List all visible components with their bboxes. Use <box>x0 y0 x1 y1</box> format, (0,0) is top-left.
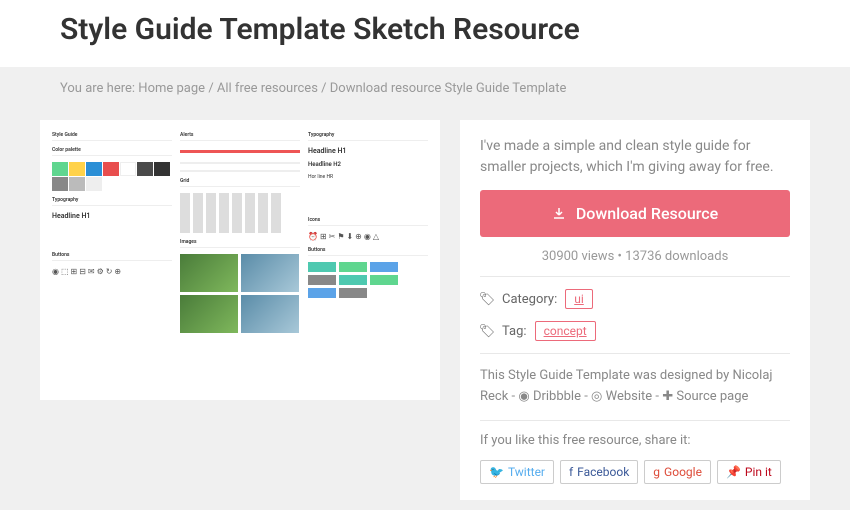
share-label: If you like this free resource, share it… <box>480 433 790 448</box>
page-title: Style Guide Template Sketch Resource <box>60 12 790 47</box>
breadcrumb-home[interactable]: Home page <box>138 81 205 96</box>
divider <box>480 276 790 277</box>
page-header: Style Guide Template Sketch Resource <box>0 0 850 67</box>
credit: This Style Guide Template was designed b… <box>480 366 790 408</box>
stats: 30900 views • 13736 downloads <box>480 249 790 264</box>
preview-palette <box>52 162 172 191</box>
views-count: 30900 views <box>542 249 615 264</box>
resource-description: I've made a simple and clean style guide… <box>480 136 790 178</box>
credit-prefix: This Style Guide Template was designed b… <box>480 368 733 383</box>
preview-bars <box>180 193 300 233</box>
preview-styleguide-label: Style Guide <box>52 132 172 141</box>
category-value[interactable]: ui <box>565 289 593 309</box>
preview-images-label: Images <box>180 239 300 248</box>
download-icon <box>552 207 566 221</box>
twitter-button[interactable]: 🐦Twitter <box>480 460 554 484</box>
main-content: Style Guide Color palette Typography Hea… <box>0 110 850 500</box>
pinterest-button[interactable]: 📌Pin it <box>717 460 781 484</box>
pinterest-icon: 📌 <box>726 465 741 479</box>
divider <box>480 353 790 354</box>
preview-buttons2-label: Buttons <box>308 247 428 256</box>
breadcrumb-current: Download resource Style Guide Template <box>330 81 567 96</box>
preview-palette-label: Color palette <box>52 147 172 156</box>
preview-h1b: Headline H1 <box>308 147 428 155</box>
tag-icon: 🏷 <box>480 292 494 306</box>
divider <box>480 420 790 421</box>
preview-icons-row: ⏰ ⊞ ✂ ⚑ ⬇ ⊕ ◉ △ <box>308 232 428 241</box>
preview-alerts-label: Alerts <box>180 132 300 141</box>
dribbble-icon: ◉ <box>518 389 529 404</box>
tags-icon: 🏷 <box>480 324 494 338</box>
breadcrumb-prefix: You are here: <box>60 81 135 96</box>
preview-typo-label: Typography <box>52 197 172 206</box>
tag-value[interactable]: concept <box>535 321 596 341</box>
preview-thumbs <box>180 254 300 333</box>
facebook-button[interactable]: fFacebook <box>560 460 638 484</box>
preview-grid-label: Grid <box>180 178 300 187</box>
tag-row: 🏷 Tag: concept <box>480 321 790 341</box>
website-link[interactable]: Website <box>606 389 653 404</box>
resource-preview[interactable]: Style Guide Color palette Typography Hea… <box>40 120 440 400</box>
globe-icon: ◎ <box>591 389 602 404</box>
preview-buttons-label: Buttons <box>52 252 172 261</box>
source-link[interactable]: Source page <box>676 389 748 404</box>
share-buttons: 🐦Twitter fFacebook gGoogle 📌Pin it <box>480 460 790 484</box>
breadcrumb-all[interactable]: All free resources <box>217 81 318 96</box>
dribbble-link[interactable]: Dribbble <box>533 389 581 404</box>
google-icon: g <box>653 465 660 479</box>
preview-icon-row: ◉ ⬚ ⊞ ⊟ ✉ ⚙ ↻ ⊕ <box>52 267 172 276</box>
preview-btns <box>308 262 428 298</box>
category-label: Category: <box>502 292 557 307</box>
tag-label: Tag: <box>502 324 527 339</box>
stats-sep: • <box>618 249 622 264</box>
sidebar: I've made a simple and clean style guide… <box>460 120 810 500</box>
preview-typo2-label: Typography <box>308 132 428 141</box>
twitter-icon: 🐦 <box>489 465 504 479</box>
google-button[interactable]: gGoogle <box>644 460 711 484</box>
breadcrumb: You are here: Home page / All free resou… <box>0 67 850 110</box>
download-button[interactable]: Download Resource <box>480 190 790 237</box>
preview-h2: Headline H2 <box>308 161 428 168</box>
preview-h1: Headline H1 <box>52 212 172 220</box>
preview-hr: Hor line HR <box>308 174 428 180</box>
category-row: 🏷 Category: ui <box>480 289 790 309</box>
facebook-icon: f <box>569 465 573 479</box>
preview-icons-label: Icons <box>308 217 428 226</box>
download-label: Download Resource <box>576 204 718 223</box>
plus-icon: ✚ <box>662 389 673 404</box>
downloads-count: 13736 downloads <box>625 249 728 264</box>
